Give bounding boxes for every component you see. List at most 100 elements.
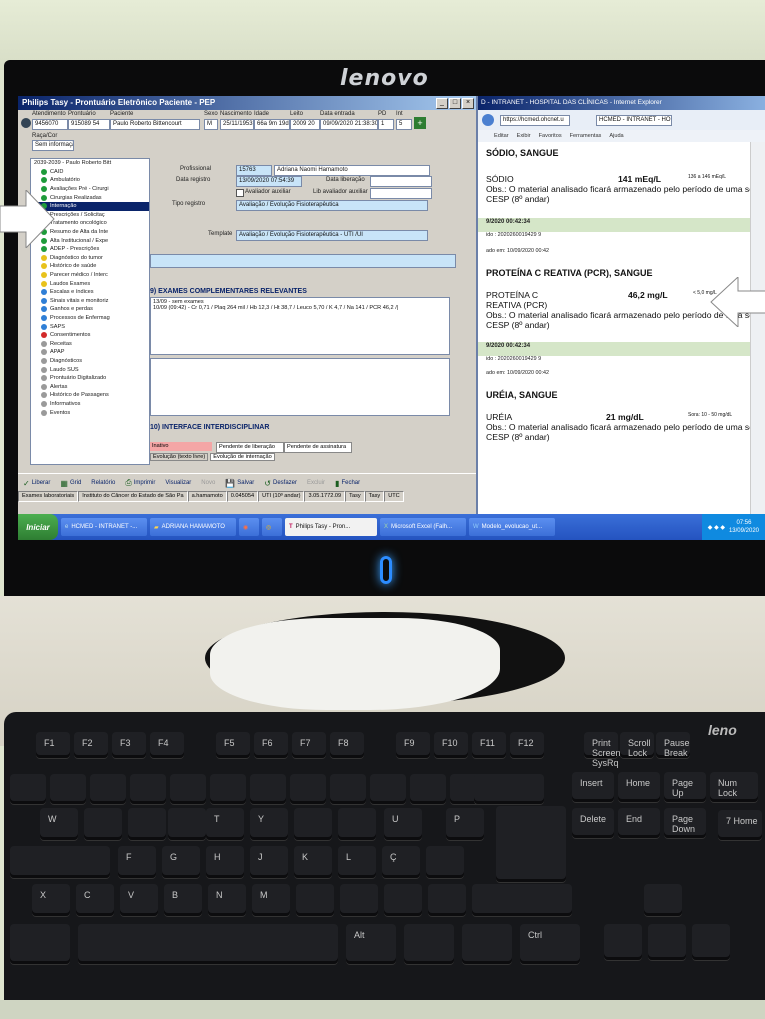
key-home-row[interactable]: H	[206, 846, 244, 878]
lib-avaliador-field[interactable]	[370, 188, 432, 199]
tray-clock[interactable]: 07:56 13/09/2020	[729, 519, 759, 535]
tree-root[interactable]: 2039-2039 - Paulo Roberto Bitt	[31, 159, 149, 168]
key-f7[interactable]: F7	[292, 732, 326, 758]
key-number[interactable]	[250, 774, 286, 804]
key-home-row[interactable]: F	[118, 846, 156, 878]
tab-evolucao-texto-livre[interactable]: Evolução (texto livre)	[150, 453, 209, 461]
tree-item[interactable]: Informativos	[31, 400, 149, 409]
menu-ajuda[interactable]: Ajuda	[609, 133, 623, 139]
key-letter[interactable]	[128, 808, 166, 840]
avaliador-checkbox[interactable]	[236, 189, 244, 197]
key-bottom-row[interactable]: M	[252, 884, 290, 916]
key-letter[interactable]	[168, 808, 206, 840]
excluir-button[interactable]: Excluir	[302, 480, 330, 486]
atendimento-field[interactable]: 9456070	[32, 119, 68, 130]
close-icon[interactable]: ×	[462, 98, 474, 109]
key-nav-4[interactable]: End	[618, 808, 660, 838]
tree-item[interactable]: Laudo SUS	[31, 365, 149, 374]
key-num-lock[interactable]: Num Lock	[710, 772, 758, 802]
data-liberacao-field[interactable]	[370, 176, 432, 187]
key-f2[interactable]: F2	[74, 732, 108, 758]
desfazer-button[interactable]: ↺ Desfazer	[259, 479, 302, 488]
tree-item[interactable]: Histórico de Passagens	[31, 391, 149, 400]
key-f9[interactable]: F9	[396, 732, 430, 758]
key-home-row[interactable]: L	[338, 846, 376, 878]
tree-item[interactable]: Prontuário Digitalizado	[31, 374, 149, 383]
key-letter[interactable]	[294, 808, 332, 840]
tree-item[interactable]: Histórico de saúde	[31, 262, 149, 271]
key-letter[interactable]: U	[384, 808, 422, 840]
key-bottom-row[interactable]: N	[208, 884, 246, 916]
task-media[interactable]: ◉	[239, 518, 259, 536]
key-f8[interactable]: F8	[330, 732, 364, 758]
key-f5[interactable]: F5	[216, 732, 250, 758]
key-number[interactable]	[10, 774, 46, 804]
key-ctrl-right[interactable]: Ctrl	[520, 924, 580, 964]
key-letter[interactable]: Y	[250, 808, 288, 840]
profissional-name-field[interactable]: Adriana Naomi Hamamoto	[274, 165, 430, 176]
key-home-row[interactable]: J	[250, 846, 288, 878]
power-led-icon[interactable]	[380, 556, 392, 584]
nascimento-field[interactable]: 25/11/1953	[220, 119, 254, 130]
menu-exibir[interactable]: Exibir	[517, 133, 531, 139]
tipo-registro-select[interactable]: Avaliação / Evolução Fisioterapêutica	[236, 200, 428, 211]
task-excel[interactable]: X Microsoft Excel (Falh...	[380, 518, 466, 536]
raca-field[interactable]: Sem informação	[32, 140, 74, 151]
key-number[interactable]	[130, 774, 166, 804]
key-f15[interactable]: Pause Break	[656, 732, 690, 758]
key-enter[interactable]	[496, 806, 566, 882]
tree-item[interactable]: Processos de Enfermag	[31, 314, 149, 323]
visualizar-button[interactable]: Visualizar	[160, 480, 196, 486]
tree-item[interactable]: Alertas	[31, 382, 149, 391]
task-hcmed[interactable]: e HCMED - INTRANET -...	[61, 518, 147, 536]
key-f12[interactable]: F12	[510, 732, 544, 758]
key-f11[interactable]: F11	[472, 732, 506, 758]
key-punct[interactable]	[428, 884, 466, 916]
key-arrow-up[interactable]	[644, 884, 682, 916]
minimize-icon[interactable]: _	[436, 98, 448, 109]
key-home-row[interactable]: G	[162, 846, 200, 878]
tree-item[interactable]: Laudos Exames	[31, 279, 149, 288]
key-f4[interactable]: F4	[150, 732, 184, 758]
paciente-field[interactable]: Paulo Roberto Bittencourt	[110, 119, 200, 130]
key-arrow-left[interactable]	[604, 924, 642, 960]
key-number[interactable]	[170, 774, 206, 804]
key-ctrl-left[interactable]	[10, 924, 70, 964]
key-f3[interactable]: F3	[112, 732, 146, 758]
key-punct[interactable]	[384, 884, 422, 916]
key-arrow-down[interactable]	[648, 924, 686, 960]
key-caps[interactable]	[10, 846, 110, 878]
relatorio-button[interactable]: Relatório	[86, 480, 120, 486]
key-number[interactable]	[330, 774, 366, 804]
data-registro-field[interactable]: 13/09/2020 07:54:39	[236, 176, 302, 187]
key-letter[interactable]: W	[40, 808, 78, 840]
key-home-row[interactable]: K	[294, 846, 332, 878]
search-icon[interactable]	[21, 118, 31, 128]
task-adriana[interactable]: ▰ ADRIANA HAMAMOTO	[150, 518, 236, 536]
template-select[interactable]: Avaliação / Evolução Fisioterapêutica - …	[236, 230, 428, 241]
key-letter[interactable]	[338, 808, 376, 840]
back-icon[interactable]	[482, 114, 494, 126]
key-f10[interactable]: F10	[434, 732, 468, 758]
key-menu[interactable]	[462, 924, 512, 964]
key-right-shift[interactable]	[472, 884, 572, 916]
tree-item[interactable]: SAPS	[31, 322, 149, 331]
key-nav-5[interactable]: Page Down	[664, 808, 706, 838]
key-letter[interactable]: T	[206, 808, 244, 840]
key-f13[interactable]: Print Screen SysRq	[584, 732, 621, 768]
tab-evolucao-internacao[interactable]: Evolução de internação	[210, 453, 275, 461]
key-f6[interactable]: F6	[254, 732, 288, 758]
tree-item[interactable]: Ambulatório	[31, 176, 149, 185]
imprimir-button[interactable]: ⎙ Imprimir	[120, 478, 160, 488]
sexo-field[interactable]: M	[204, 119, 218, 130]
task-tasy[interactable]: T Philips Tasy - Pron...	[285, 518, 377, 536]
salvar-button[interactable]: 💾 Salvar	[220, 479, 259, 488]
key-windows[interactable]	[404, 924, 454, 964]
grid-button[interactable]: ▦ Grid	[55, 479, 86, 488]
tree-item[interactable]: Consentimentos	[31, 331, 149, 340]
int-field[interactable]: 5	[396, 119, 412, 130]
fechar-button[interactable]: ▮ Fechar	[330, 479, 365, 488]
tree-item[interactable]: APAP	[31, 348, 149, 357]
key-letter[interactable]	[84, 808, 122, 840]
tree-item[interactable]: CAID	[31, 168, 149, 177]
